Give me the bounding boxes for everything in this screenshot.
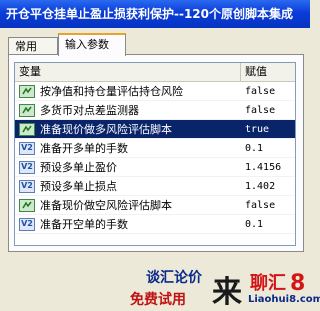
double-param-icon: V2: [19, 141, 35, 155]
bool-param-icon: [19, 84, 35, 98]
param-name-cell[interactable]: V2 准备开空单的手数: [15, 216, 241, 232]
watermark-brand: 聊汇: [250, 273, 286, 294]
param-name: 按净值和持仓量评估持仓风险: [40, 85, 183, 98]
param-name: 准备现价做空风险评估脚本: [40, 199, 172, 212]
watermark-line2: 免费试用: [130, 292, 186, 308]
bool-param-icon: [19, 122, 35, 136]
column-header-variable[interactable]: 变量: [15, 63, 241, 81]
param-name-cell[interactable]: V2 预设多单止盈价: [15, 159, 241, 175]
double-param-icon: V2: [19, 179, 35, 193]
param-value[interactable]: false: [241, 105, 295, 116]
bool-param-icon: [19, 198, 35, 212]
table-row[interactable]: V2 预设多单止盈价 1.4156: [15, 158, 295, 177]
table-row[interactable]: V2 准备开多单的手数 0.1: [15, 139, 295, 158]
grid-header: 变量 赋值: [15, 63, 295, 82]
tab-common[interactable]: 常用: [8, 37, 58, 55]
watermark-line1: 谈汇论价: [146, 270, 202, 286]
param-value[interactable]: false: [241, 200, 295, 211]
param-value[interactable]: 0.1: [241, 219, 295, 230]
watermark-mark: 来: [212, 275, 242, 310]
bool-param-icon: [19, 103, 35, 117]
double-param-icon: V2: [19, 160, 35, 174]
window-title: 开仓平仓挂单止盈止损获利保护--120个原创脚本集成: [0, 0, 310, 28]
param-name: 准备开多单的手数: [40, 142, 128, 155]
param-name-cell[interactable]: V2 准备开多单的手数: [15, 140, 241, 156]
param-name: 准备开空单的手数: [40, 218, 128, 231]
param-name: 预设多单止损点: [40, 180, 117, 193]
watermark-domain: Liaohui8.com: [248, 294, 320, 305]
param-name-cell[interactable]: 按净值和持仓量评估持仓风险: [15, 83, 241, 99]
param-value[interactable]: true: [241, 124, 295, 135]
table-row[interactable]: 准备现价做空风险评估脚本 false: [15, 196, 295, 215]
param-name-cell[interactable]: 多货币对点差监测器: [15, 102, 241, 118]
table-row[interactable]: V2 准备开空单的手数 0.1: [15, 215, 295, 234]
tab-inputs[interactable]: 输入参数: [58, 33, 126, 56]
param-name-cell[interactable]: V2 预设多单止损点: [15, 178, 241, 194]
param-name-cell[interactable]: 准备现价做多风险评估脚本: [15, 121, 241, 137]
param-name: 准备现价做多风险评估脚本: [40, 123, 172, 136]
table-row[interactable]: V2 预设多单止损点 1.402: [15, 177, 295, 196]
param-name: 预设多单止盈价: [40, 161, 117, 174]
param-value[interactable]: 0.1: [241, 143, 295, 154]
param-value[interactable]: 1.402: [241, 181, 295, 192]
table-row[interactable]: 按净值和持仓量评估持仓风险 false: [15, 82, 295, 101]
double-param-icon: V2: [19, 217, 35, 231]
grid-rows: 按净值和持仓量评估持仓风险 false 多货币对点差监测器 false 准备现价做多风险…: [15, 82, 295, 234]
parameters-grid: 变量 赋值 按净值和持仓量评估持仓风险 false 多货币对点差监测器 false 准备…: [14, 62, 296, 246]
watermark-digit: 8: [290, 271, 306, 296]
param-name: 多货币对点差监测器: [40, 104, 139, 117]
param-name-cell[interactable]: 准备现价做空风险评估脚本: [15, 197, 241, 213]
param-value[interactable]: 1.4156: [241, 162, 295, 173]
table-row[interactable]: 多货币对点差监测器 false: [15, 101, 295, 120]
table-row[interactable]: 准备现价做多风险评估脚本 true: [15, 120, 295, 139]
column-header-value[interactable]: 赋值: [241, 63, 267, 81]
watermark-logo: 谈汇论价 免费试用 来 聊汇 8 Liaohui8.com: [130, 265, 320, 310]
param-value[interactable]: false: [241, 86, 295, 97]
